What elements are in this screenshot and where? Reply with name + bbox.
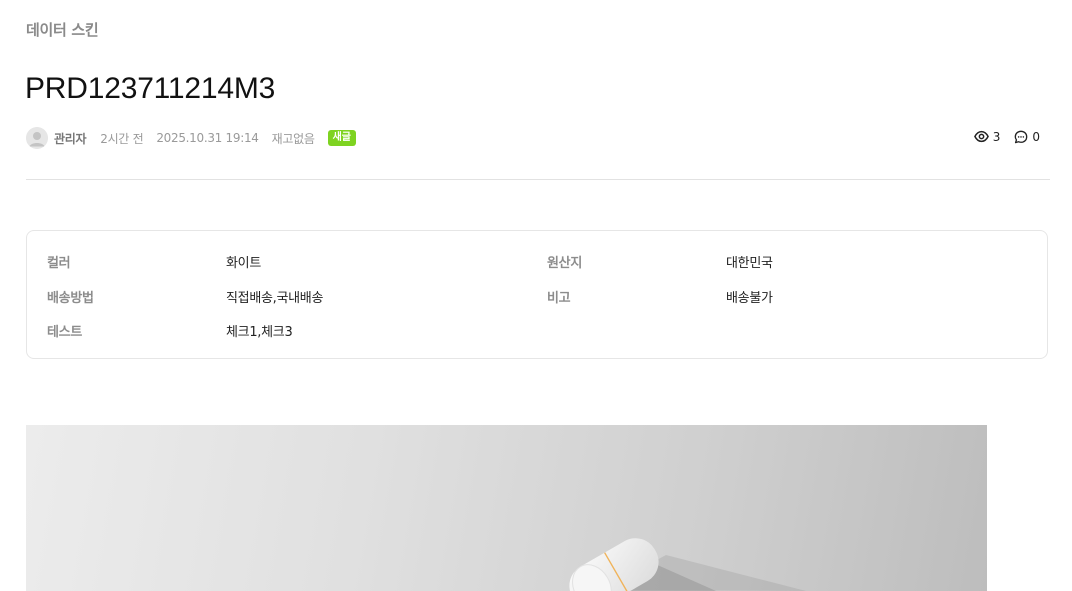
post-stats: 3 0 <box>960 129 1040 144</box>
product-photo <box>569 538 806 591</box>
board-title-link[interactable]: 데이터 스킨 <box>26 19 99 40</box>
author-name[interactable]: 관리자 <box>54 130 87 147</box>
avatar[interactable] <box>26 127 48 149</box>
field-value-test: 체크1,체크3 <box>226 325 293 340</box>
product-image <box>26 425 987 591</box>
user-icon <box>26 127 48 149</box>
stock-status: 재고없음 <box>271 131 315 146</box>
post-view-page: 데이터 스킨 PRD123711214M3 관리자 2시간 전 2025.10.… <box>0 0 1072 591</box>
post-datetime: 2025.10.31 19:14 <box>156 131 259 145</box>
field-value-note: 배송불가 <box>726 291 773 306</box>
field-label-test: 테스트 <box>47 325 82 340</box>
extra-fields-box: 컬러 화이트 원산지 대한민국 배송방법 직접배송,국내배송 비고 배송불가 테… <box>26 230 1048 359</box>
field-value-color: 화이트 <box>226 256 261 271</box>
comment-icon <box>1015 130 1028 143</box>
field-value-origin: 대한민국 <box>726 256 773 271</box>
field-label-note: 비고 <box>547 291 571 306</box>
comment-count[interactable]: 0 <box>1014 130 1040 144</box>
eye-icon <box>973 130 989 143</box>
header-divider <box>26 179 1050 180</box>
post-title: PRD123711214M3 <box>25 72 276 105</box>
view-count-value: 3 <box>992 129 1001 144</box>
post-meta: 관리자 2시간 전 2025.10.31 19:14 재고없음 새글 <box>26 127 356 149</box>
view-count: 3 <box>973 129 1001 144</box>
field-value-shipping: 직접배송,국내배송 <box>226 291 324 306</box>
field-label-origin: 원산지 <box>547 256 582 271</box>
new-post-badge: 새글 <box>327 130 356 146</box>
comment-count-value: 0 <box>1032 129 1040 144</box>
field-label-color: 컬러 <box>47 256 71 271</box>
field-label-shipping: 배송방법 <box>47 291 94 306</box>
relative-time: 2시간 전 <box>100 131 144 146</box>
